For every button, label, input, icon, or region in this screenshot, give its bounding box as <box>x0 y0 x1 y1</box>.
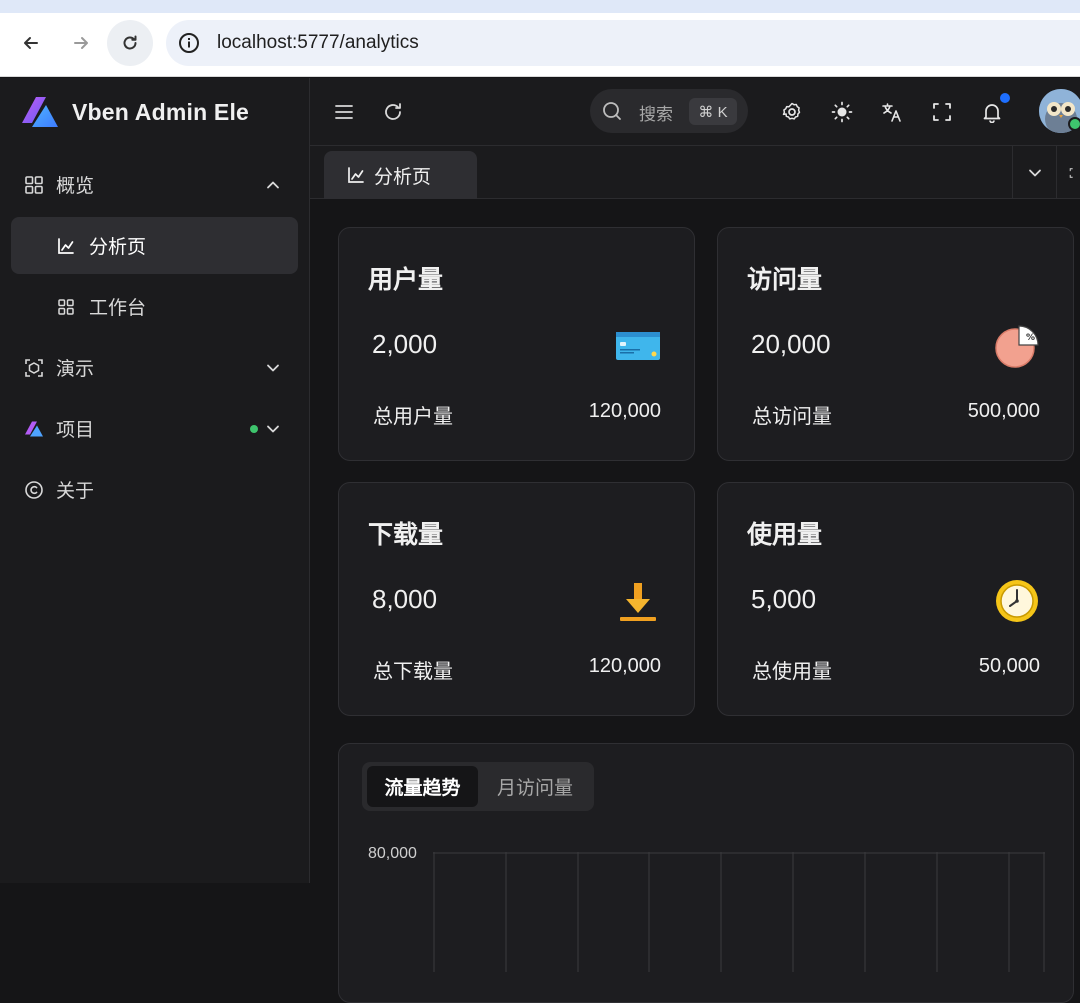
arrow-left-icon <box>24 37 38 49</box>
demo-box-icon <box>23 357 45 379</box>
app-root: Vben Admin Ele 概览 分析页 工作台 演示 项目 关于 搜索 ⌘ … <box>0 78 1080 1003</box>
download-icon <box>614 577 662 625</box>
card-title: 用户量 <box>368 266 444 294</box>
sidebar-item-label: 项目 <box>56 420 95 441</box>
online-status-dot <box>1068 117 1080 131</box>
sidebar-item-analytics[interactable]: 分析页 <box>11 217 298 274</box>
card-title: 访问量 <box>747 266 823 294</box>
sidebar-item-label: 工作台 <box>89 298 147 319</box>
status-dot <box>250 424 258 433</box>
refresh-icon[interactable] <box>379 98 407 126</box>
area-chart-icon <box>346 165 366 185</box>
dashboard-grid-icon <box>23 174 45 196</box>
y-axis-tick-label: 80,000 <box>368 845 417 862</box>
card-value: 2,000 <box>372 329 438 359</box>
search-label: 搜索 <box>639 105 673 124</box>
clock-icon <box>993 577 1041 625</box>
settings-gear-icon[interactable] <box>778 98 806 126</box>
chevron-down-icon <box>264 359 282 377</box>
card-total-value: 500,000 <box>967 400 1040 422</box>
url-text: localhost:5777/analytics <box>217 32 419 53</box>
sidebar-item-label: 概览 <box>56 176 95 197</box>
card-value: 20,000 <box>751 329 831 359</box>
stat-card-visits: 访问量 20,000 % 总访问量 500,000 <box>717 227 1074 461</box>
browser-top-strip <box>0 0 1080 13</box>
chart-grid <box>433 852 1045 972</box>
card-total-label: 总下载量 <box>373 661 453 683</box>
app-logo[interactable]: Vben Admin Ele <box>18 93 249 131</box>
traffic-chart-panel: 流量趋势 月访问量 80,000 <box>338 743 1074 1003</box>
tab-label: 分析页 <box>374 166 432 188</box>
sidebar-item-about[interactable]: 关于 <box>11 461 298 518</box>
sidebar: Vben Admin Ele 概览 分析页 工作台 演示 项目 关于 <box>0 78 310 883</box>
card-total-label: 总访问量 <box>752 406 832 428</box>
sidebar-item-label: 演示 <box>56 359 95 380</box>
app-name: Vben Admin Ele <box>72 98 250 125</box>
maximize-icon <box>1069 167 1073 178</box>
vben-logo-icon <box>22 97 58 127</box>
tab-dropdown-button[interactable] <box>1012 146 1056 199</box>
chart-tabs: 流量趋势 月访问量 <box>362 762 594 811</box>
chevron-down-icon <box>1028 169 1041 176</box>
svg-text:%: % <box>1026 333 1035 343</box>
tab-bar: 分析页 <box>310 146 1080 199</box>
stat-card-usage: 使用量 5,000 总使用量 50,000 <box>717 482 1074 716</box>
pie-chart-icon: % <box>993 322 1041 370</box>
theme-sun-icon[interactable] <box>828 98 856 126</box>
notification-badge <box>1000 93 1010 103</box>
menu-toggle-icon[interactable] <box>330 98 358 126</box>
card-total-value: 50,000 <box>978 655 1040 677</box>
search-icon <box>603 102 621 120</box>
translate-icon[interactable] <box>878 98 906 126</box>
workspace-grid-icon <box>55 296 77 318</box>
reload-icon <box>123 35 137 50</box>
sidebar-item-label: 分析页 <box>89 237 147 258</box>
address-bar[interactable]: localhost:5777/analytics <box>166 20 1080 66</box>
card-title: 下载量 <box>368 521 444 549</box>
top-header: 搜索 ⌘ K <box>310 78 1080 146</box>
card-total-label: 总用户量 <box>373 406 453 428</box>
credit-card-icon <box>614 322 662 370</box>
tab-analytics[interactable]: 分析页 <box>324 151 477 199</box>
card-value: 8,000 <box>372 584 438 614</box>
site-info-icon[interactable] <box>178 32 200 54</box>
card-total-label: 总使用量 <box>752 661 832 683</box>
stat-card-users: 用户量 2,000 总用户量 120,000 <box>338 227 695 461</box>
chevron-up-icon <box>264 176 282 194</box>
area-chart-icon <box>55 235 77 257</box>
reload-button[interactable] <box>107 20 153 66</box>
tab-maximize-button[interactable] <box>1056 146 1080 199</box>
tab-traffic-trend[interactable]: 流量趋势 <box>367 766 478 807</box>
forward-button[interactable] <box>58 20 104 66</box>
tab-monthly-visits[interactable]: 月访问量 <box>480 766 590 807</box>
fullscreen-icon[interactable] <box>928 98 956 126</box>
chevron-down-icon <box>264 420 282 438</box>
card-value: 5,000 <box>751 584 817 614</box>
sidebar-item-demo[interactable]: 演示 <box>11 339 298 396</box>
sidebar-item-project[interactable]: 项目 <box>11 400 298 457</box>
sidebar-item-overview[interactable]: 概览 <box>11 156 298 213</box>
sidebar-item-workspace[interactable]: 工作台 <box>11 278 298 335</box>
back-button[interactable] <box>8 20 54 66</box>
browser-toolbar: localhost:5777/analytics <box>0 13 1080 77</box>
card-total-value: 120,000 <box>588 655 661 677</box>
sidebar-item-label: 关于 <box>56 481 95 502</box>
search-shortcut: ⌘ K <box>689 98 737 125</box>
card-title: 使用量 <box>747 521 823 549</box>
vben-logo-icon <box>23 418 45 440</box>
card-total-value: 120,000 <box>588 400 661 422</box>
copyright-icon <box>23 479 45 501</box>
arrow-right-icon <box>74 37 88 49</box>
stat-card-downloads: 下载量 8,000 总下载量 120,000 <box>338 482 695 716</box>
search-button[interactable]: 搜索 ⌘ K <box>590 89 748 133</box>
